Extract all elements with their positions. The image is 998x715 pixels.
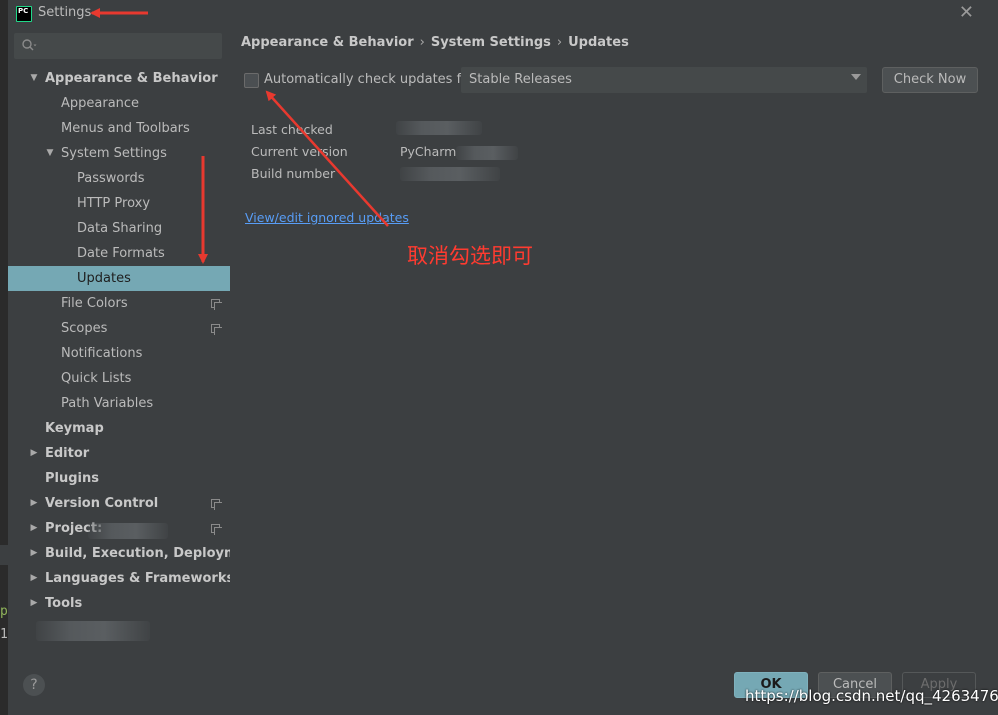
sidebar-item-label: Editor [45,446,90,461]
window-title: Settings [38,5,92,20]
redacted-build-number [400,167,500,181]
sidebar-item-keymap[interactable]: Keymap [8,416,230,441]
expand-right-icon[interactable]: ▶ [28,491,40,516]
close-icon[interactable]: ✕ [959,3,974,23]
project-level-icon [211,324,222,335]
sidebar-item-label: Plugins [45,471,99,486]
background-ide-bar [0,545,8,565]
watermark-text: https://blog.csdn.net/qq_42634763 [745,687,998,705]
sidebar-item-appearance-behavior[interactable]: ▼ Appearance & Behavior [8,66,230,91]
background-ide-text: p [0,604,8,619]
sidebar-item-label: Date Formats [77,246,165,261]
chevron-right-icon: › [419,35,425,50]
sidebar-item-path-variables[interactable]: Path Variables [8,391,230,416]
sidebar-item-label: Menus and Toolbars [61,121,190,136]
sidebar-item-version-control[interactable]: ▶ Version Control [8,491,230,516]
project-level-icon [211,299,222,310]
redacted-version-number [456,146,518,160]
sidebar-item-label: Appearance & Behavior [45,71,218,86]
auto-check-updates-label[interactable]: Automatically check updates for [264,72,474,87]
sidebar-item-notifications[interactable]: Notifications [8,341,230,366]
sidebar-item-label: Path Variables [61,396,154,411]
breadcrumb: Appearance & Behavior › System Settings › Up… [241,35,629,50]
background-ide-text: 1 [0,627,8,642]
sidebar-item-languages-frameworks[interactable]: ▶ Languages & Frameworks [8,566,235,591]
sidebar-item-label: Scopes [61,321,108,336]
check-now-button[interactable]: Check Now [882,67,978,93]
project-level-icon [211,499,222,510]
sidebar-item-label: Quick Lists [61,371,132,386]
breadcrumb-appearance-behavior: Appearance & Behavior [241,35,414,50]
expand-right-icon[interactable]: ▶ [28,541,40,566]
settings-search-input[interactable] [14,33,222,59]
sidebar-item-label: System Settings [61,146,167,161]
expand-right-icon[interactable]: ▶ [28,516,40,541]
expand-right-icon[interactable]: ▶ [28,441,40,466]
search-icon [22,39,37,51]
sidebar-item-editor[interactable]: ▶ Editor [8,441,230,466]
pycharm-app-icon: PC [16,6,32,22]
project-level-icon [211,524,222,535]
sidebar-item-label: Passwords [77,171,145,186]
sidebar-item-passwords[interactable]: Passwords [8,166,230,191]
view-ignored-updates-link[interactable]: View/edit ignored updates [245,210,409,225]
sidebar-item-label: Updates [77,271,131,286]
expand-down-icon[interactable]: ▼ [44,141,56,166]
chevron-down-icon [851,74,861,80]
redacted-last-checked [396,121,482,135]
sidebar-item-label: File Colors [61,296,128,311]
breadcrumb-updates: Updates [568,35,629,50]
sidebar-item-label: Tools [45,596,83,611]
sidebar-item-label: Languages & Frameworks [45,571,235,586]
sidebar-item-label: HTTP Proxy [77,196,151,211]
build-number-label: Build number [251,166,336,181]
help-icon[interactable]: ? [23,674,45,696]
sidebar-item-label: Keymap [45,421,104,436]
redacted-sidebar-text [36,621,150,641]
expand-right-icon[interactable]: ▶ [28,591,40,616]
annotation-text: 取消勾选即可 [407,244,533,268]
expand-right-icon[interactable]: ▶ [28,566,40,591]
sidebar-item-quick-lists[interactable]: Quick Lists [8,366,230,391]
last-checked-label: Last checked [251,122,333,137]
sidebar-item-tools[interactable]: ▶ Tools [8,591,230,616]
sidebar-item-date-formats[interactable]: Date Formats [8,241,230,266]
sidebar-item-file-colors[interactable]: File Colors [8,291,230,316]
settings-dialog: PC Settings ✕ ▼ Appearance & Behavior Appe… [8,0,998,715]
sidebar-item-http-proxy[interactable]: HTTP Proxy [8,191,230,216]
update-channel-value: Stable Releases [469,72,572,87]
sidebar-item-label: Data Sharing [77,221,163,236]
title-bar: PC Settings ✕ [8,0,998,28]
auto-check-updates-checkbox[interactable] [244,73,259,88]
sidebar-item-label: Appearance [61,96,140,111]
sidebar-item-appearance[interactable]: Appearance [8,91,230,116]
breadcrumb-system-settings: System Settings [430,35,551,50]
redacted-project-name [88,523,168,539]
updates-panel: Appearance & Behavior › System Settings › Up… [230,28,998,660]
current-version-label: Current version [251,144,348,159]
sidebar-item-scopes[interactable]: Scopes [8,316,230,341]
sidebar-item-data-sharing[interactable]: Data Sharing [8,216,230,241]
sidebar-item-label: Notifications [61,346,143,361]
sidebar-item-plugins[interactable]: Plugins [8,466,230,491]
sidebar-item-build-execution-deployment[interactable]: ▶ Build, Execution, Deployment [8,541,262,566]
current-version-value: PyCharm [400,144,457,159]
sidebar-item-label: Version Control [45,496,159,511]
sidebar-item-menus-and-toolbars[interactable]: Menus and Toolbars [8,116,230,141]
sidebar-item-updates[interactable]: Updates [8,266,230,291]
chevron-right-icon: › [556,35,563,50]
settings-sidebar: ▼ Appearance & Behavior Appearance Menus an… [8,28,262,660]
sidebar-item-system-settings[interactable]: ▼ System Settings [8,141,230,166]
expand-down-icon[interactable]: ▼ [28,66,40,91]
update-channel-dropdown[interactable]: Stable Releases [461,67,867,93]
